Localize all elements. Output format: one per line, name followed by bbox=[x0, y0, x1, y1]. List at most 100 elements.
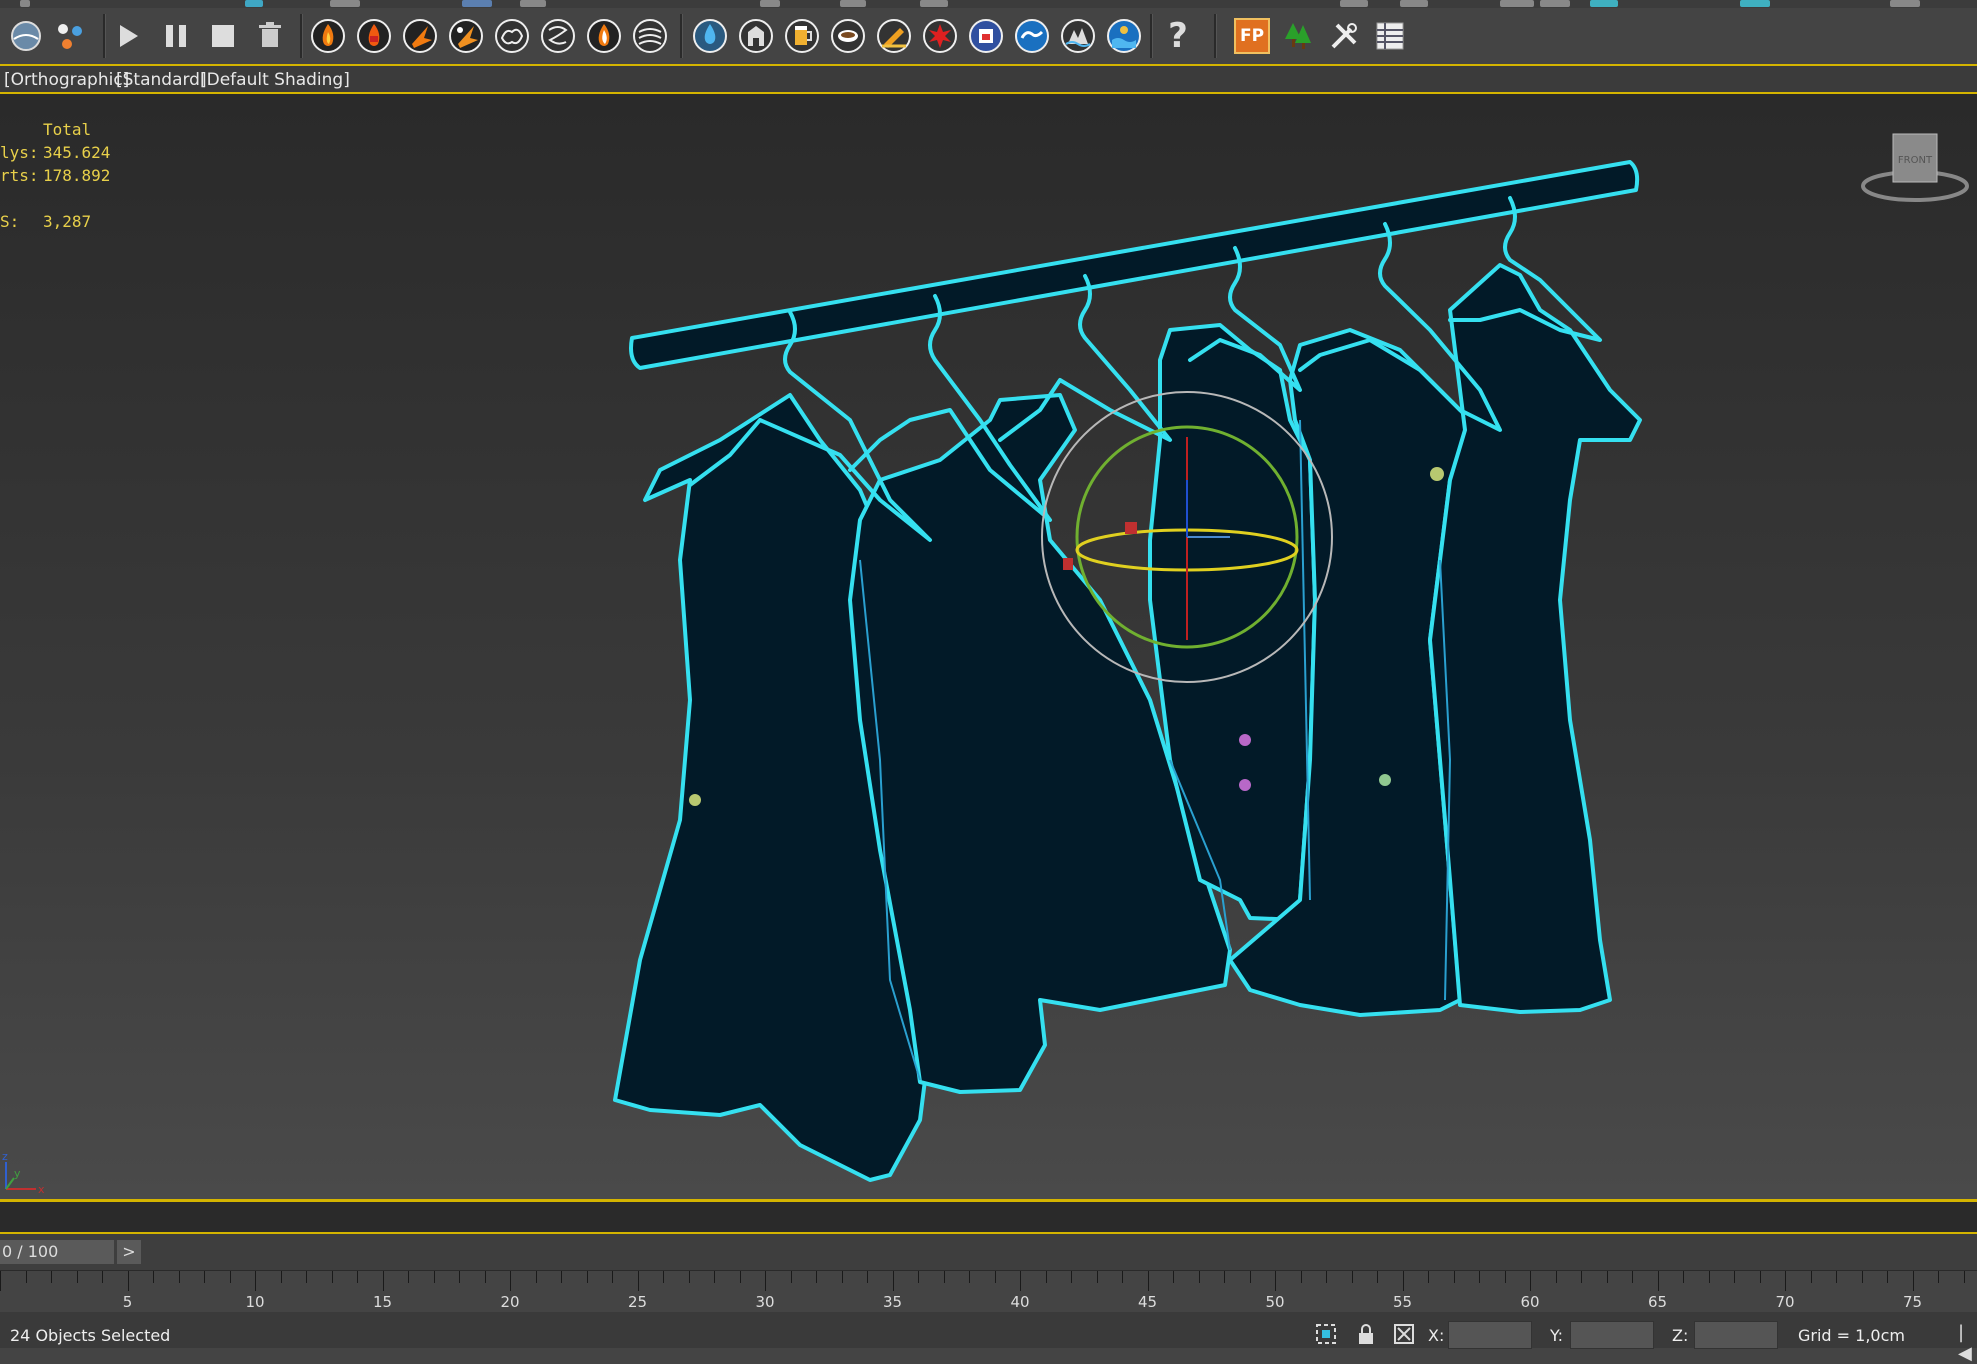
ruler-tick-label: 15 bbox=[372, 1293, 393, 1311]
smoke-icon[interactable] bbox=[492, 16, 532, 56]
play-icon[interactable] bbox=[108, 16, 148, 56]
ruler-tick bbox=[1377, 1271, 1378, 1283]
ruler-tick-label: 30 bbox=[755, 1293, 775, 1311]
ruler-tick bbox=[1096, 1271, 1098, 1283]
coffee-icon[interactable] bbox=[828, 16, 868, 56]
fire-icon[interactable] bbox=[584, 16, 624, 56]
ruler-tick bbox=[1887, 1271, 1888, 1283]
splash-icon[interactable] bbox=[920, 16, 960, 56]
table-icon[interactable] bbox=[1370, 16, 1410, 56]
ruler-tick-label: 45 bbox=[1137, 1293, 1158, 1311]
stats-header: Total bbox=[43, 120, 92, 139]
ruler-tick bbox=[178, 1271, 180, 1283]
fire-icon[interactable] bbox=[400, 16, 440, 56]
y-coord-label: Y: bbox=[1550, 1326, 1564, 1345]
y-coord-field[interactable] bbox=[1570, 1321, 1654, 1349]
liquid-icon[interactable] bbox=[874, 16, 914, 56]
ruler-tick bbox=[1504, 1271, 1506, 1283]
ruler-tick bbox=[1249, 1271, 1251, 1283]
ruler-tick-label: 5 bbox=[122, 1293, 133, 1311]
x-coord-label: X: bbox=[1428, 1326, 1445, 1345]
ruler-tick bbox=[1734, 1271, 1735, 1283]
ruler-tick bbox=[204, 1271, 205, 1283]
ruler-tick-label: 20 bbox=[500, 1293, 520, 1311]
globe-icon[interactable] bbox=[6, 16, 46, 56]
viewcube[interactable]: FRONT bbox=[1855, 114, 1975, 214]
ruler-tick bbox=[1683, 1271, 1684, 1283]
viewport-label-standard[interactable]: [Standard] bbox=[116, 70, 207, 90]
ruler-tick bbox=[1326, 1271, 1327, 1283]
ruler-tick bbox=[76, 1271, 78, 1283]
isolate-selection-icon[interactable] bbox=[1314, 1322, 1338, 1346]
ruler-tick bbox=[331, 1271, 333, 1283]
ruler-tick-label: 35 bbox=[882, 1293, 903, 1311]
ocean-icon[interactable] bbox=[1058, 16, 1098, 56]
z-coord-field[interactable] bbox=[1694, 1321, 1778, 1349]
grid-size-label: Grid = 1,0cm bbox=[1798, 1326, 1905, 1345]
smoke-icon[interactable] bbox=[538, 16, 578, 56]
time-next-button[interactable]: > bbox=[117, 1240, 141, 1264]
ruler-tick bbox=[510, 1271, 511, 1291]
ruler-tick bbox=[484, 1271, 486, 1283]
stats-polys-value: 345.624 bbox=[43, 143, 111, 162]
ruler-tick bbox=[688, 1271, 690, 1283]
ruler-tick bbox=[408, 1271, 409, 1283]
ruler-tick bbox=[1300, 1271, 1302, 1283]
ruler-tick-label: 50 bbox=[1265, 1293, 1285, 1311]
svg-text:z: z bbox=[2, 1150, 8, 1163]
ruler-tick bbox=[1122, 1271, 1123, 1283]
stats-fps-value: 3,287 bbox=[43, 212, 92, 231]
ruler-tick bbox=[459, 1271, 460, 1283]
z-coord-label: Z: bbox=[1672, 1326, 1689, 1345]
ruler-tick bbox=[1173, 1271, 1174, 1283]
ruler-tick bbox=[943, 1271, 945, 1283]
ruler-tick-label: 25 bbox=[627, 1293, 648, 1311]
go-to-start-icon[interactable]: |◀ bbox=[1958, 1322, 1977, 1364]
pause-icon[interactable] bbox=[156, 16, 196, 56]
x-coord-field[interactable] bbox=[1448, 1321, 1532, 1349]
frame-ruler[interactable]: 5 10 15 20 25 30 35 40 45 50 55 60 65 70 75 bbox=[0, 1270, 1977, 1313]
ruler-tick-label: 60 bbox=[1520, 1293, 1540, 1311]
ruler-tick bbox=[841, 1271, 843, 1283]
toolbar-overflow-row bbox=[0, 0, 1977, 8]
main-toolbar: ? FP bbox=[0, 0, 1977, 66]
time-slider[interactable]: 0 / 100 bbox=[0, 1240, 114, 1264]
lock-icon[interactable] bbox=[1354, 1322, 1378, 1346]
help-icon[interactable]: ? bbox=[1158, 16, 1198, 56]
viewport[interactable]: FRONT z x y bbox=[0, 94, 1977, 1200]
ruler-tick bbox=[561, 1271, 562, 1283]
trash-icon[interactable] bbox=[250, 16, 290, 56]
smoke-icon[interactable] bbox=[630, 16, 670, 56]
water-icon[interactable] bbox=[690, 16, 730, 56]
ruler-tick bbox=[765, 1271, 766, 1291]
fire-icon[interactable] bbox=[308, 16, 348, 56]
stop-icon[interactable] bbox=[203, 16, 243, 56]
scene-graphic bbox=[613, 160, 1642, 1182]
fp-icon[interactable]: FP bbox=[1232, 16, 1272, 56]
fire-icon[interactable] bbox=[354, 16, 394, 56]
absolute-mode-icon[interactable] bbox=[1392, 1322, 1416, 1346]
wave-icon[interactable] bbox=[1012, 16, 1052, 56]
ruler-tick bbox=[1581, 1271, 1582, 1283]
status-bar: 24 Objects Selected X: Y: Z: Grid = 1,0c… bbox=[0, 1312, 1977, 1364]
particles-icon[interactable] bbox=[50, 16, 90, 56]
ruler-tick-label: 75 bbox=[1902, 1293, 1923, 1311]
building-icon[interactable] bbox=[736, 16, 776, 56]
viewport-label-shading[interactable]: [Default Shading] bbox=[200, 70, 350, 90]
ruler-tick bbox=[1759, 1271, 1761, 1283]
viewport-label-projection[interactable]: [Orthographic] bbox=[4, 70, 129, 90]
beer-icon[interactable] bbox=[782, 16, 822, 56]
tools-icon[interactable] bbox=[1324, 16, 1364, 56]
ruler-tick bbox=[153, 1271, 154, 1283]
ruler-tick bbox=[357, 1271, 358, 1283]
ruler-tick bbox=[1555, 1271, 1557, 1283]
container-icon[interactable] bbox=[966, 16, 1006, 56]
ruler-tick bbox=[1402, 1271, 1404, 1291]
fire-icon[interactable] bbox=[446, 16, 486, 56]
ruler-tick bbox=[994, 1271, 996, 1283]
ruler-tick bbox=[1351, 1271, 1353, 1283]
ruler-tick bbox=[535, 1271, 537, 1283]
garment-dress bbox=[1428, 263, 1642, 1014]
ocean-icon[interactable] bbox=[1104, 16, 1144, 56]
tree-icon[interactable] bbox=[1278, 16, 1318, 56]
